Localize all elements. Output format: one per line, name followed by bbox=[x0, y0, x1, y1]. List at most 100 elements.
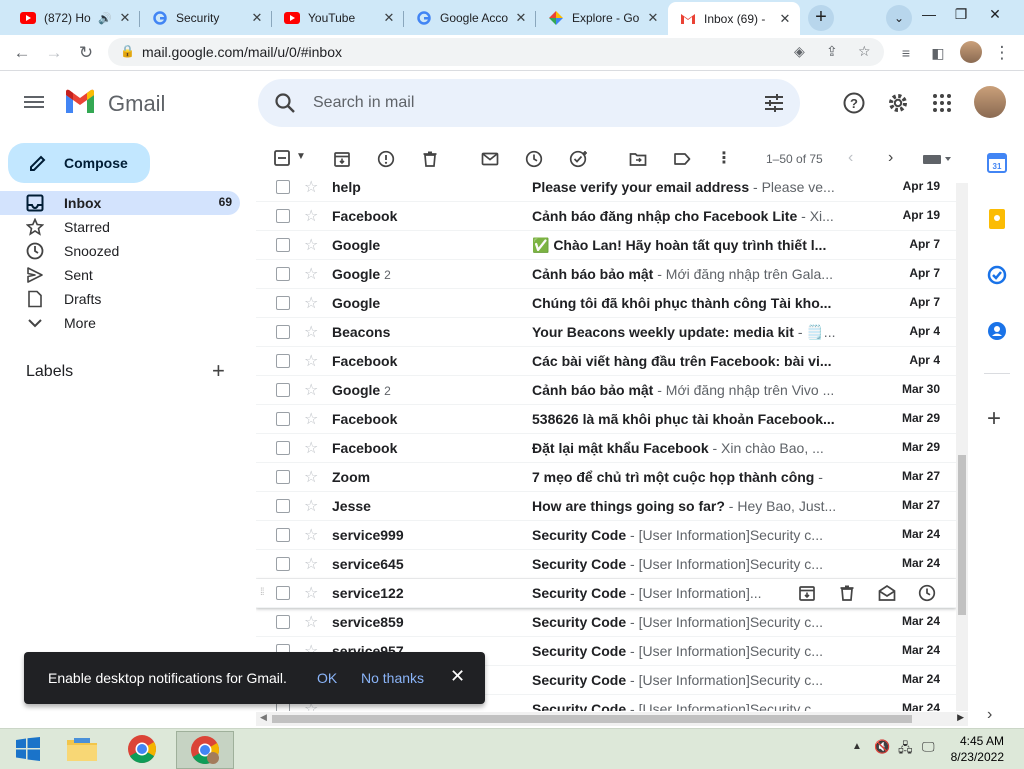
browser-tab[interactable]: Google Acco ✕ bbox=[404, 3, 536, 33]
close-tab-icon[interactable]: ✕ bbox=[644, 10, 662, 26]
email-row[interactable]: ☆ Jesse How are things going so far? - Hey… bbox=[256, 492, 956, 521]
row-checkbox[interactable] bbox=[276, 470, 290, 484]
forward-icon[interactable]: → bbox=[40, 39, 68, 67]
scroll-right-icon[interactable]: ▶ bbox=[957, 712, 964, 723]
email-row[interactable]: ☆ Google 2 Cảnh báo bảo mật - Mới đăng nhậ… bbox=[256, 260, 956, 289]
email-row[interactable]: ☆ Facebook Các bài viết hàng đầu trên Face… bbox=[256, 347, 956, 376]
compose-button[interactable]: Compose bbox=[8, 143, 150, 183]
email-row[interactable]: ☆ Beacons Your Beacons weekly update: medi… bbox=[256, 318, 956, 347]
email-row[interactable]: ☆ Facebook Đặt lại mật khẩu Facebook - Xin… bbox=[256, 434, 956, 463]
browser-tab[interactable]: Explore - Go ✕ bbox=[536, 3, 668, 33]
gmail-logo[interactable] bbox=[64, 89, 96, 113]
chrome-profile-icon[interactable] bbox=[176, 731, 234, 769]
nav-item-starred[interactable]: Starred bbox=[0, 215, 240, 239]
drag-handle-icon[interactable]: ⁞⁞ bbox=[260, 587, 264, 598]
restore-icon[interactable]: ❐ bbox=[946, 3, 976, 25]
browser-tab[interactable]: YouTube ✕ bbox=[272, 3, 404, 33]
back-icon[interactable]: ← bbox=[8, 39, 36, 67]
row-checkbox[interactable] bbox=[276, 354, 290, 368]
action-center-icon[interactable]: 🖵 bbox=[922, 739, 935, 755]
star-toggle-icon[interactable]: ☆ bbox=[304, 206, 318, 226]
email-row[interactable]: ☆ Google 2 Cảnh báo bảo mật - Mới đăng nhậ… bbox=[256, 376, 956, 405]
row-checkbox[interactable] bbox=[276, 499, 290, 513]
help-icon[interactable]: ? bbox=[842, 91, 866, 115]
nav-item-snoozed[interactable]: Snoozed bbox=[0, 239, 240, 263]
email-row[interactable]: ☆ help Please verify your email address - … bbox=[256, 173, 956, 202]
close-tab-icon[interactable]: ✕ bbox=[116, 10, 134, 26]
window-close-icon[interactable]: ✕ bbox=[980, 3, 1010, 25]
close-tab-icon[interactable]: ✕ bbox=[248, 10, 266, 26]
nav-item-sent[interactable]: Sent bbox=[0, 263, 240, 287]
network-icon[interactable]: 🖧 bbox=[898, 739, 913, 761]
volume-muted-icon[interactable]: 🔇 bbox=[874, 739, 890, 755]
close-icon[interactable]: ✕ bbox=[450, 666, 465, 687]
email-row[interactable]: ☆ Facebook 538626 là mã khôi phục tài khoả… bbox=[256, 405, 956, 434]
row-checkbox[interactable] bbox=[276, 238, 290, 252]
row-checkbox[interactable] bbox=[276, 412, 290, 426]
nav-item-inbox[interactable]: Inbox 69 bbox=[0, 191, 240, 215]
more-options-icon[interactable]: ⋮ bbox=[716, 150, 734, 168]
star-toggle-icon[interactable]: ☆ bbox=[304, 293, 318, 313]
search-input[interactable]: Search in mail bbox=[313, 94, 414, 112]
profile-avatar[interactable] bbox=[960, 41, 982, 63]
create-label-icon[interactable]: + bbox=[212, 360, 225, 382]
email-row[interactable]: ☆ service999 Security Code - [User Informa… bbox=[256, 521, 956, 550]
email-row[interactable]: ☆ Facebook Cảnh báo đăng nhập cho Facebook… bbox=[256, 202, 956, 231]
star-toggle-icon[interactable]: ☆ bbox=[304, 322, 318, 342]
email-row[interactable]: ☆ Google Chúng tôi đã khôi phục thành công… bbox=[256, 289, 956, 318]
report-spam-icon[interactable] bbox=[377, 150, 395, 168]
snooze-icon[interactable] bbox=[918, 584, 936, 602]
apps-grid-icon[interactable] bbox=[930, 91, 954, 115]
row-checkbox[interactable] bbox=[276, 557, 290, 571]
row-checkbox[interactable] bbox=[276, 615, 290, 629]
keep-icon[interactable] bbox=[987, 209, 1007, 229]
contacts-icon[interactable] bbox=[987, 321, 1007, 341]
star-toggle-icon[interactable]: ☆ bbox=[304, 438, 318, 458]
mark-as-read-icon[interactable] bbox=[481, 150, 499, 168]
newer-page-icon[interactable]: ‹ bbox=[848, 150, 866, 168]
star-toggle-icon[interactable]: ☆ bbox=[304, 235, 318, 255]
tab-search-button[interactable]: ⌄ bbox=[886, 5, 912, 31]
toast-ok-button[interactable]: OK bbox=[317, 670, 337, 686]
star-toggle-icon[interactable]: ☆ bbox=[304, 177, 318, 197]
file-explorer-icon[interactable] bbox=[54, 731, 110, 767]
scroll-left-icon[interactable]: ◀ bbox=[260, 712, 267, 723]
star-toggle-icon[interactable]: ☆ bbox=[304, 351, 318, 371]
star-toggle-icon[interactable]: ☆ bbox=[304, 583, 318, 603]
select-dropdown-icon[interactable]: ▼ bbox=[296, 151, 314, 169]
older-page-icon[interactable]: › bbox=[888, 150, 906, 168]
nav-item-more[interactable]: More bbox=[0, 311, 240, 335]
calendar-icon[interactable]: 31 bbox=[987, 153, 1007, 173]
tasks-icon[interactable] bbox=[987, 265, 1007, 285]
add-to-tasks-icon[interactable] bbox=[569, 150, 587, 168]
email-row[interactable]: ⁞⁞ ☆ service122 Security Code - [User Infor… bbox=[256, 579, 956, 608]
row-checkbox[interactable] bbox=[276, 586, 290, 600]
reading-list-icon[interactable]: ≡ bbox=[892, 39, 920, 67]
row-checkbox[interactable] bbox=[276, 441, 290, 455]
nav-item-drafts[interactable]: Drafts bbox=[0, 287, 240, 311]
star-toggle-icon[interactable]: ☆ bbox=[304, 409, 318, 429]
star-toggle-icon[interactable]: ☆ bbox=[304, 264, 318, 284]
archive-icon[interactable] bbox=[798, 584, 816, 602]
vertical-scrollbar[interactable] bbox=[956, 183, 968, 711]
new-tab-button[interactable]: + bbox=[808, 5, 834, 31]
browser-tab[interactable]: (872) Ho 🔊 ✕ bbox=[8, 3, 140, 33]
label-icon[interactable] bbox=[673, 150, 691, 168]
system-clock[interactable]: 4:45 AM 8/23/2022 bbox=[951, 733, 1004, 765]
search-icon[interactable] bbox=[274, 92, 296, 117]
close-tab-icon[interactable]: ✕ bbox=[380, 10, 398, 26]
star-toggle-icon[interactable]: ☆ bbox=[304, 525, 318, 545]
chrome-icon[interactable] bbox=[114, 731, 170, 767]
scroll-thumb[interactable] bbox=[958, 455, 966, 615]
extension-icon[interactable]: ◈ bbox=[794, 43, 805, 60]
row-checkbox[interactable] bbox=[276, 383, 290, 397]
browser-tab[interactable]: Security ✕ bbox=[140, 3, 272, 33]
account-avatar[interactable] bbox=[974, 86, 1006, 118]
reload-icon[interactable]: ↻ bbox=[72, 39, 100, 67]
address-bar[interactable]: 🔒 mail.google.com/mail/u/0/#inbox ◈ ⇪ ☆ bbox=[108, 38, 884, 66]
star-toggle-icon[interactable]: ☆ bbox=[304, 496, 318, 516]
mark-as-read-icon[interactable] bbox=[878, 584, 896, 602]
snooze-icon[interactable] bbox=[525, 150, 543, 168]
delete-icon[interactable] bbox=[838, 584, 856, 602]
windows-start-icon[interactable] bbox=[0, 731, 56, 767]
